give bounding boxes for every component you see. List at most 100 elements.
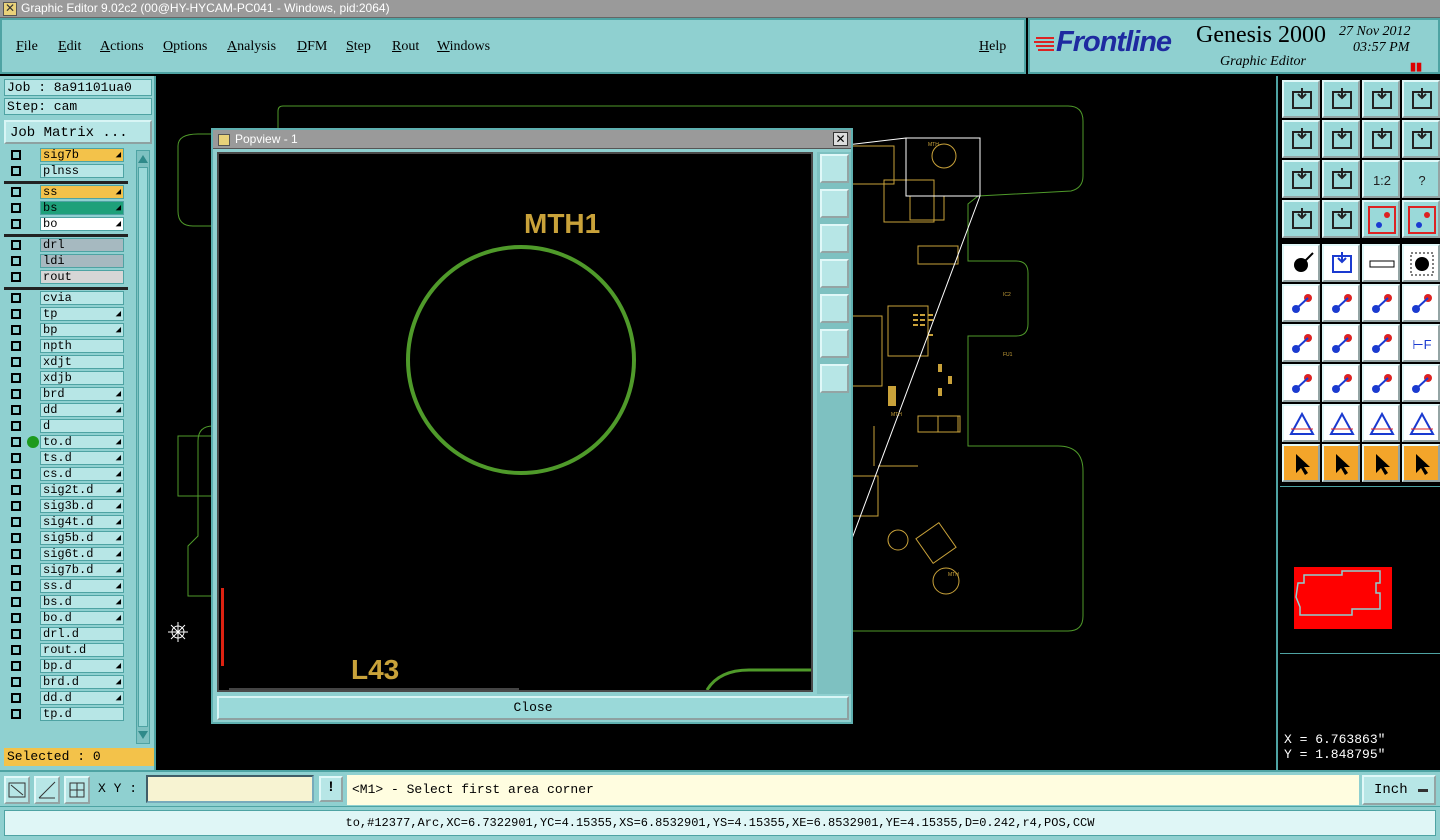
layer-name[interactable]: drl [40, 238, 124, 252]
menu-file[interactable]: File [16, 39, 38, 55]
snap-red-button[interactable] [1362, 200, 1400, 238]
ruler-button[interactable] [1362, 244, 1400, 282]
layer-affected-icon[interactable]: ◢ [116, 436, 121, 449]
layer-row[interactable]: sig7b.d ◢ [4, 563, 126, 577]
arc-button[interactable] [1362, 324, 1400, 362]
layer-checkbox[interactable] [11, 597, 21, 607]
layer-row[interactable]: rout [4, 270, 126, 284]
layer-name[interactable]: ldi [40, 254, 124, 268]
layer-checkbox[interactable] [11, 405, 21, 415]
layer-name[interactable]: bp ◢ [40, 323, 124, 337]
layer-affected-icon[interactable]: ◢ [116, 186, 121, 199]
layer-name[interactable]: brd.d ◢ [40, 675, 124, 689]
layer-checkbox[interactable] [11, 325, 21, 335]
pv-pan-left-button[interactable] [820, 259, 849, 288]
dotted-pad-button[interactable] [1402, 244, 1440, 282]
rotate-button[interactable] [1402, 120, 1440, 158]
layer-name[interactable]: cvia [40, 291, 124, 305]
layer-name[interactable]: tp.d [40, 707, 124, 721]
layer-row[interactable]: tp.d [4, 707, 126, 721]
triangle-button[interactable] [1282, 404, 1320, 442]
layer-checkbox[interactable] [11, 533, 21, 543]
layer-checkbox[interactable] [11, 661, 21, 671]
route-select-button[interactable] [1402, 444, 1440, 482]
menu-analysis[interactable]: Analysis [227, 39, 276, 55]
layer-row[interactable]: sig7b ◢ [4, 148, 126, 162]
layer-checkbox[interactable] [11, 645, 21, 655]
layer-name[interactable]: drl.d [40, 627, 124, 641]
layer-name[interactable]: sig4t.d ◢ [40, 515, 124, 529]
layer-name[interactable]: dd.d ◢ [40, 691, 124, 705]
layer-row[interactable]: bo ◢ [4, 217, 126, 231]
layer-affected-icon[interactable]: ◢ [116, 580, 121, 593]
layer-checkbox[interactable] [11, 709, 21, 719]
layer-checkbox[interactable] [11, 203, 21, 213]
swap-button[interactable] [1362, 120, 1400, 158]
zoom-home-house-button[interactable] [1362, 80, 1400, 118]
menu-actions[interactable]: Actions [100, 39, 144, 55]
layer-name[interactable]: to.d ◢ [40, 435, 124, 449]
layer-row[interactable]: npth [4, 339, 126, 353]
layer-row[interactable]: bs.d ◢ [4, 595, 126, 609]
layer-name[interactable]: bs.d ◢ [40, 595, 124, 609]
layer-affected-icon[interactable]: ◢ [116, 218, 121, 231]
measure-distance-button[interactable] [1362, 364, 1400, 402]
layer-row[interactable]: brd ◢ [4, 387, 126, 401]
layer-name[interactable]: ss.d ◢ [40, 579, 124, 593]
layer-name[interactable]: rout.d [40, 643, 124, 657]
layer-name[interactable]: sig2t.d ◢ [40, 483, 124, 497]
layer-row[interactable]: cvia [4, 291, 126, 305]
layer-checkbox[interactable] [11, 309, 21, 319]
layer-name[interactable]: plnss [40, 164, 124, 178]
triangle-alt-button[interactable] [1322, 404, 1360, 442]
layer-name[interactable]: sig3b.d ◢ [40, 499, 124, 513]
layer-affected-icon[interactable]: ◢ [116, 612, 121, 625]
popview-canvas[interactable]: MTH1 L43 [217, 152, 813, 692]
measure-settings-button[interactable] [1282, 200, 1320, 238]
layer-name[interactable]: ts.d ◢ [40, 451, 124, 465]
pan-right-button[interactable] [1322, 120, 1360, 158]
layer-row[interactable]: ss.d ◢ [4, 579, 126, 593]
layer-name[interactable]: rout [40, 270, 124, 284]
popview-title-bar[interactable]: Popview - 1 ✕ [213, 130, 851, 149]
layer-checkbox[interactable] [11, 469, 21, 479]
layer-checkbox[interactable] [11, 219, 21, 229]
select-box-button[interactable] [1322, 444, 1360, 482]
layer-checkbox[interactable] [11, 389, 21, 399]
layer-checkbox[interactable] [11, 357, 21, 367]
layer-name[interactable]: bo ◢ [40, 217, 124, 231]
layer-list-scrollbar[interactable] [136, 150, 150, 744]
layer-row[interactable]: ldi [4, 254, 126, 268]
scroll-thumb[interactable] [138, 167, 148, 727]
menu-help[interactable]: Help [979, 39, 1006, 55]
layer-affected-icon[interactable]: ◢ [116, 692, 121, 705]
layer-row[interactable]: cs.d ◢ [4, 467, 126, 481]
pv-zoom-fit-button[interactable] [820, 154, 849, 183]
menu-windows[interactable]: Windows [437, 39, 490, 55]
layer-name[interactable]: xdjt [40, 355, 124, 369]
triangle-cross-button[interactable] [1402, 404, 1440, 442]
menu-rout[interactable]: Rout [392, 39, 419, 55]
layer-checkbox[interactable] [11, 437, 21, 447]
draw-angle-button[interactable] [1282, 324, 1320, 362]
menu-step[interactable]: Step [346, 39, 371, 55]
layer-row[interactable]: brd.d ◢ [4, 675, 126, 689]
popview-close-button[interactable]: Close [217, 696, 849, 720]
layer-row[interactable]: bp.d ◢ [4, 659, 126, 673]
layer-checkbox[interactable] [11, 341, 21, 351]
layer-row[interactable]: tp ◢ [4, 307, 126, 321]
pan-left-button[interactable] [1282, 120, 1320, 158]
layer-checkbox[interactable] [11, 485, 21, 495]
layer-row[interactable]: xdjb [4, 371, 126, 385]
layer-row[interactable]: sig2t.d ◢ [4, 483, 126, 497]
zoom-home-button[interactable] [1282, 80, 1320, 118]
zoom-window-button[interactable] [4, 776, 30, 804]
pv-pan-down-button[interactable] [820, 224, 849, 253]
layer-affected-icon[interactable]: ◢ [116, 676, 121, 689]
split-view-button[interactable] [1402, 80, 1440, 118]
fit-center-button[interactable] [1322, 160, 1360, 198]
menu-edit[interactable]: Edit [58, 39, 81, 55]
layer-name[interactable]: d [40, 419, 124, 433]
layer-row[interactable]: drl [4, 238, 126, 252]
layer-checkbox[interactable] [11, 421, 21, 431]
